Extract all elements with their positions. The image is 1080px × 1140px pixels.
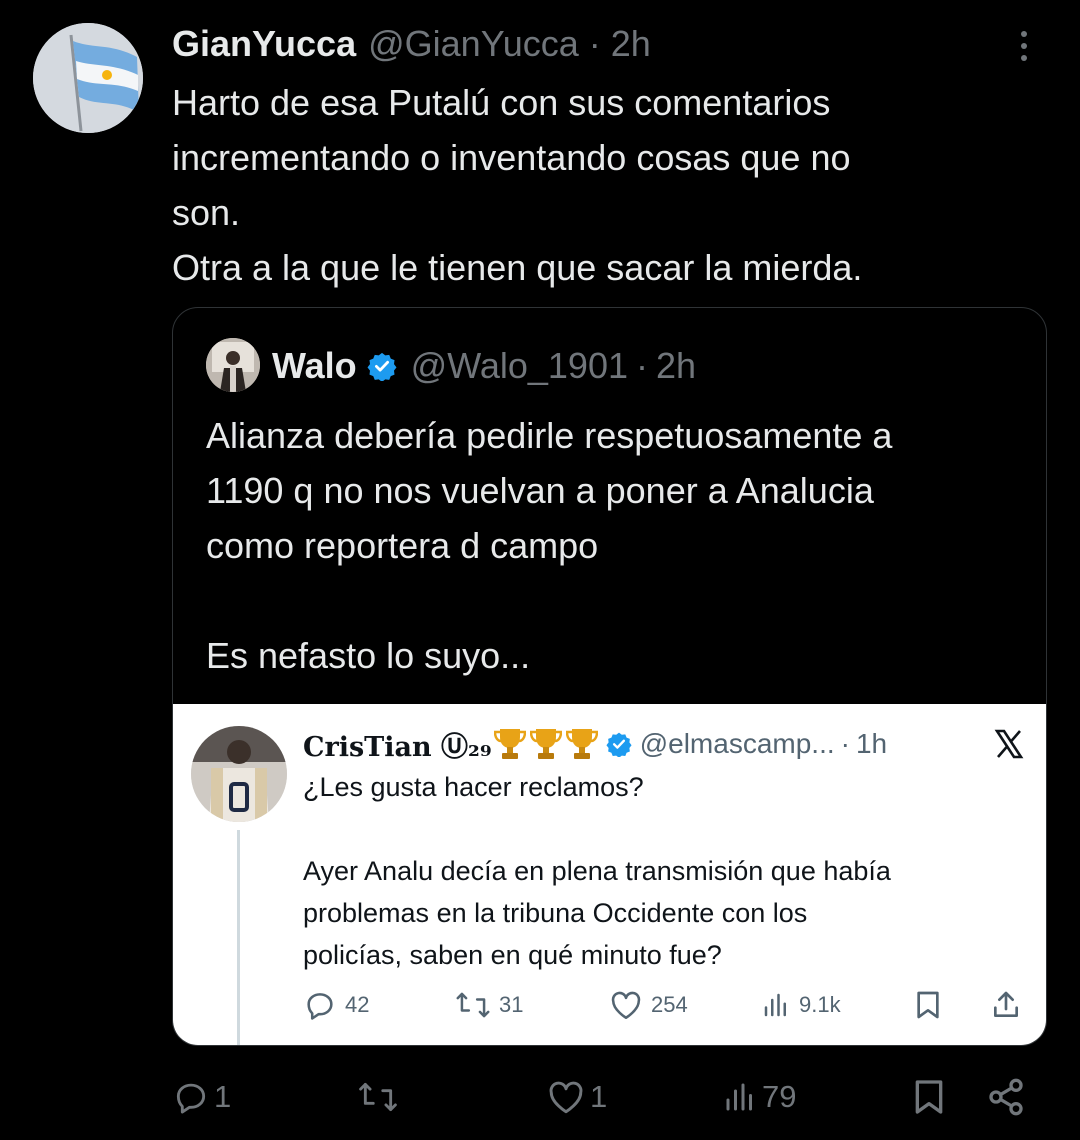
retweet-button[interactable] [356,1072,404,1122]
quoted-text-line: Es nefasto lo suyo... [206,635,531,676]
tweet-header: GianYucca @GianYucca · 2h [172,22,651,66]
reply-icon [172,1078,210,1116]
quoted-author-handle[interactable]: @Walo_1901 [411,345,628,387]
tweet-action-bar: 1 1 79 [0,1072,1080,1122]
bookmark-icon [913,987,943,1023]
quoted-author-avatar[interactable] [206,338,260,392]
screenshot-retweet-count: 31 [499,992,524,1017]
screenshot-tweet-time: 1h [855,728,888,759]
tweet-time[interactable]: 2h [611,23,651,65]
quoted-author-name[interactable]: Walo [272,345,357,387]
quoted-header: Walo @Walo_1901 · 2h [272,338,696,394]
separator-dot: · [840,728,850,759]
tweet-text-line: Otra a la que le tienen que sacar la mie… [172,247,863,288]
screenshot-text-line: ¿Les gusta hacer reclamos? [303,772,644,802]
author-avatar[interactable] [33,23,143,133]
quoted-text-line: 1190 q no nos vuelvan a poner a Analucia [206,470,874,511]
screenshot-author-avatar [191,726,287,822]
reply-count: 1 [214,1079,232,1114]
screenshot-retweet: 31 [455,987,523,1023]
separator-dot: · [636,345,648,386]
quoted-tweet-text: Alianza debería pedirle respetuosamente … [206,408,1026,683]
more-icon[interactable] [1010,26,1038,66]
like-button[interactable]: 1 [546,1072,607,1122]
retweet-icon [356,1078,400,1116]
share-icon [991,987,1021,1023]
attached-screenshot[interactable]: CrisTian Ⓤ₂₉ @elmascamp... · 1h ¿Les gus… [173,704,1046,1045]
verified-icon [367,351,397,381]
tweet-text-line: Harto de esa Putalú con sus comentarios [172,82,831,123]
views-icon [722,1079,758,1115]
screenshot-view-count: 9.1k [799,992,841,1017]
author-handle[interactable]: @GianYucca [368,23,579,65]
like-icon [609,989,643,1021]
reply-button[interactable]: 1 [172,1072,231,1122]
screenshot-author-handle: @elmascamp... [639,728,835,759]
retweet-icon [455,988,491,1022]
bookmark-button[interactable] [910,1072,948,1122]
verified-icon [606,731,632,757]
author-name[interactable]: GianYucca [172,23,356,65]
quoted-text-line: Alianza debería pedirle respetuosamente … [206,415,893,456]
tweet-text-line: son. [172,192,241,233]
view-count: 79 [762,1079,797,1114]
views-icon [761,990,791,1020]
tweet-text-line: incrementando o inventando cosas que no [172,137,851,178]
reply-icon [303,988,337,1022]
bookmark-icon [910,1077,948,1117]
x-logo-icon [993,728,1025,760]
screenshot-header: CrisTian Ⓤ₂₉ @elmascamp... · 1h [303,724,887,764]
tweet-text: Harto de esa Putalú con sus comentarios … [172,75,1032,295]
trophy-icon [529,726,562,762]
screenshot-action-bar: 42 31 254 9.1k [173,987,1046,1023]
screenshot-reply-count: 42 [345,992,370,1017]
screenshot-text-line: problemas en la tribuna Occidente con lo… [303,898,808,928]
screenshot-reply: 42 [303,987,369,1023]
views-button[interactable]: 79 [722,1072,796,1122]
screenshot-text-line: policías, saben en qué minuto fue? [303,940,722,970]
quoted-text-line: como reportera d campo [206,525,599,566]
screenshot-tweet-text: ¿Les gusta hacer reclamos? Ayer Analu de… [303,766,1023,976]
separator-dot: · [588,23,601,64]
screenshot-like-count: 254 [651,992,688,1017]
trophy-icon [565,726,598,762]
screenshot-author-name: CrisTian Ⓤ₂₉ [303,731,492,763]
share-button[interactable] [986,1072,1026,1122]
share-icon [986,1077,1026,1117]
like-count: 1 [590,1079,608,1114]
like-icon [546,1079,586,1115]
screenshot-views: 9.1k [761,987,841,1023]
quoted-tweet[interactable]: Walo @Walo_1901 · 2h Alianza debería ped… [172,307,1047,1046]
screenshot-like: 254 [609,987,688,1023]
screenshot-text-line: Ayer Analu decía en plena transmisión qu… [303,856,891,886]
trophy-icon [493,726,526,762]
quoted-tweet-time[interactable]: 2h [656,345,696,387]
